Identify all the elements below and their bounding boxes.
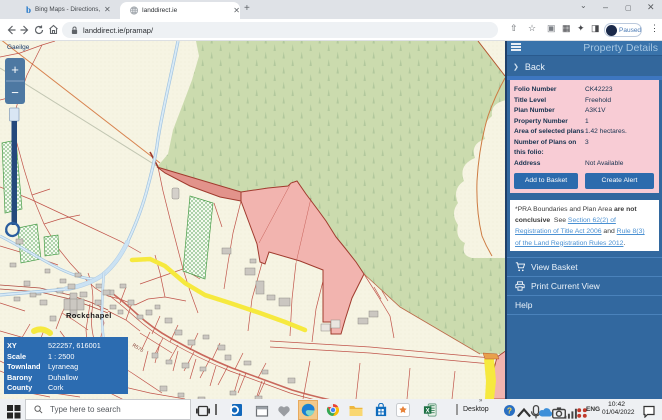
svg-text:Rockchapel: Rockchapel: [66, 311, 112, 320]
svg-text:Gaeilge: Gaeilge: [7, 44, 30, 51]
svg-text:−: −: [11, 85, 19, 100]
svg-text:?: ?: [507, 406, 512, 416]
svg-text:X: X: [426, 408, 430, 414]
svg-text:+: +: [11, 62, 19, 77]
